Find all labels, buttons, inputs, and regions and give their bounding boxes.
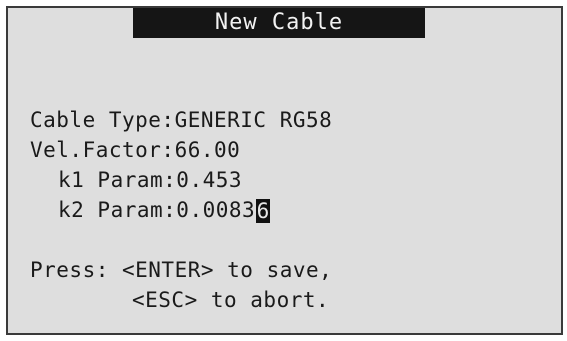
window-title: New Cable — [133, 8, 425, 38]
k1-param-row[interactable]: k1 Param:0.453 — [30, 165, 553, 195]
instruction-line-2-row: <ESC> to abort. — [30, 285, 553, 315]
cable-type-row[interactable]: Cable Type:GENERIC RG58 — [30, 105, 553, 135]
k2-param-label: k2 Param: — [58, 198, 177, 222]
form-content: Cable Type:GENERIC RG58 Vel.Factor:66.00… — [30, 105, 553, 315]
vel-factor-value[interactable]: 66.00 — [175, 138, 241, 162]
lcd-screen: New Cable Cable Type:GENERIC RG58 Vel.Fa… — [6, 6, 563, 335]
k2-param-row[interactable]: k2 Param:0.00836 — [30, 195, 553, 225]
instruction-line-1: Press: <ENTER> to save, — [30, 258, 333, 282]
instruction-line-2: <ESC> to abort. — [132, 288, 330, 312]
k2-param-value[interactable]: 0.0083 — [176, 198, 255, 222]
k1-param-label: k1 Param: — [58, 168, 177, 192]
vel-factor-label: Vel.Factor: — [30, 138, 175, 162]
cable-type-value[interactable]: GENERIC RG58 — [175, 108, 333, 132]
k1-param-value[interactable]: 0.453 — [176, 168, 242, 192]
cable-type-label: Cable Type: — [30, 108, 175, 132]
text-cursor[interactable]: 6 — [256, 199, 271, 223]
vel-factor-row[interactable]: Vel.Factor:66.00 — [30, 135, 553, 165]
